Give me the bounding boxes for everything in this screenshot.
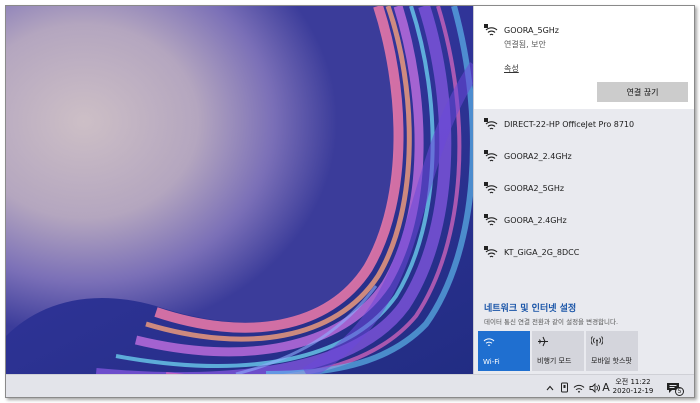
network-list-item[interactable]: DIRECT-22-HP OfficeJet Pro 8710 <box>474 109 694 141</box>
quick-actions: Wi-Fi 비행기 모드 모바일 핫스팟 <box>478 331 694 371</box>
tray-device-button[interactable] <box>558 375 570 397</box>
wifi-secured-icon <box>484 246 498 258</box>
network-ssid: KT_GiGA_2G_8DCC <box>504 248 580 257</box>
clock-date: 2020-12-19 <box>612 387 654 395</box>
chevron-up-icon <box>546 385 554 390</box>
wifi-toggle-tile[interactable]: Wi-Fi <box>478 331 530 371</box>
active-network-status: 연결됨, 보안 <box>504 40 546 49</box>
show-hidden-icons-button[interactable] <box>544 375 556 397</box>
network-list: DIRECT-22-HP OfficeJet Pro 8710 GOORA2_2… <box>474 109 694 269</box>
wifi-tile-label: Wi-Fi <box>483 358 500 366</box>
active-network-panel[interactable]: GOORA_5GHz 연결됨, 보안 속성 연결 끊기 <box>474 6 694 109</box>
network-ssid: GOORA2_2.4GHz <box>504 152 572 161</box>
wifi-secured-icon <box>484 182 498 194</box>
network-flyout: GOORA_5GHz 연결됨, 보안 속성 연결 끊기 DIRECT-22-HP… <box>473 6 694 374</box>
network-icon <box>573 384 585 393</box>
wifi-secured-icon <box>484 214 498 226</box>
airplane-icon <box>538 336 548 347</box>
network-list-item[interactable]: GOORA_2.4GHz <box>474 205 694 237</box>
active-network-ssid: GOORA_5GHz <box>504 26 560 35</box>
network-settings-description: 데이터 통신 연결 전환과 같이 설정을 변경합니다. <box>484 318 619 326</box>
properties-link[interactable]: 속성 <box>504 63 519 74</box>
clock-time: 오전 11:22 <box>615 378 651 386</box>
wifi-secured-icon <box>484 24 498 36</box>
disconnect-button[interactable]: 연결 끊기 <box>597 82 688 102</box>
airplane-mode-tile[interactable]: 비행기 모드 <box>532 331 584 371</box>
taskbar-clock[interactable]: 오전 11:22 2020-12-19 <box>608 378 658 396</box>
network-ssid: GOORA2_5GHz <box>504 184 565 193</box>
device-icon <box>560 382 568 393</box>
airplane-tile-label: 비행기 모드 <box>537 357 572 365</box>
action-center-button[interactable]: 5 <box>666 379 684 396</box>
network-list-item[interactable]: GOORA2_2.4GHz <box>474 141 694 173</box>
mobile-hotspot-tile[interactable]: 모바일 핫스팟 <box>586 331 638 371</box>
taskbar: A 오전 11:22 2020-12-19 5 <box>6 374 694 397</box>
tray-network-button[interactable] <box>572 375 586 397</box>
wifi-icon <box>483 338 495 346</box>
volume-icon <box>589 382 600 393</box>
wifi-secured-icon <box>484 118 498 130</box>
network-settings-link[interactable]: 네트워크 및 인터넷 설정 <box>484 301 576 314</box>
hotspot-tile-label: 모바일 핫스팟 <box>591 357 632 365</box>
wifi-secured-icon <box>484 150 498 162</box>
network-list-item[interactable]: GOORA2_5GHz <box>474 173 694 205</box>
notification-count-badge: 5 <box>675 387 684 396</box>
tray-volume-button[interactable] <box>588 375 602 397</box>
hotspot-icon <box>591 336 603 346</box>
network-ssid: GOORA_2.4GHz <box>504 216 567 225</box>
screenshot-frame: GOORA_5GHz 연결됨, 보안 속성 연결 끊기 DIRECT-22-HP… <box>5 5 695 398</box>
network-ssid: DIRECT-22-HP OfficeJet Pro 8710 <box>504 120 635 129</box>
network-list-item[interactable]: KT_GiGA_2G_8DCC <box>474 237 694 269</box>
